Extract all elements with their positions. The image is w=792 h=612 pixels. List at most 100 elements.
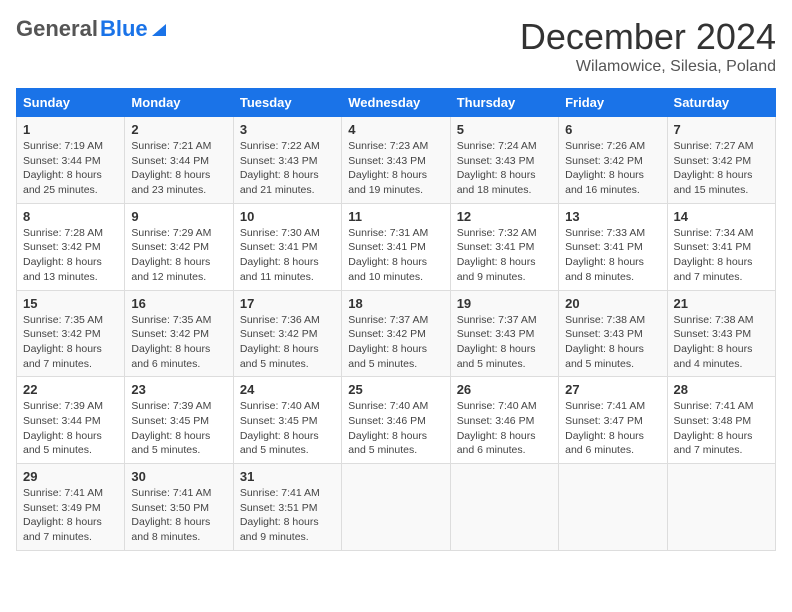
day-number: 2	[131, 122, 226, 137]
day-header-tuesday: Tuesday	[233, 89, 341, 117]
day-detail: Sunrise: 7:33 AMSunset: 3:41 PMDaylight:…	[565, 227, 645, 283]
day-detail: Sunrise: 7:27 AMSunset: 3:42 PMDaylight:…	[674, 140, 754, 196]
day-number: 25	[348, 382, 443, 397]
day-number: 22	[23, 382, 118, 397]
calendar-cell: 9 Sunrise: 7:29 AMSunset: 3:42 PMDayligh…	[125, 203, 233, 290]
calendar-cell: 11 Sunrise: 7:31 AMSunset: 3:41 PMDaylig…	[342, 203, 450, 290]
calendar-cell: 14 Sunrise: 7:34 AMSunset: 3:41 PMDaylig…	[667, 203, 775, 290]
calendar-cell: 8 Sunrise: 7:28 AMSunset: 3:42 PMDayligh…	[17, 203, 125, 290]
calendar-cell: 21 Sunrise: 7:38 AMSunset: 3:43 PMDaylig…	[667, 290, 775, 377]
day-detail: Sunrise: 7:41 AMSunset: 3:49 PMDaylight:…	[23, 487, 103, 543]
calendar-cell: 20 Sunrise: 7:38 AMSunset: 3:43 PMDaylig…	[559, 290, 667, 377]
day-header-monday: Monday	[125, 89, 233, 117]
calendar-cell: 31 Sunrise: 7:41 AMSunset: 3:51 PMDaylig…	[233, 464, 341, 551]
calendar-cell: 25 Sunrise: 7:40 AMSunset: 3:46 PMDaylig…	[342, 377, 450, 464]
day-number: 8	[23, 209, 118, 224]
day-number: 28	[674, 382, 769, 397]
day-number: 9	[131, 209, 226, 224]
calendar-cell: 17 Sunrise: 7:36 AMSunset: 3:42 PMDaylig…	[233, 290, 341, 377]
day-number: 1	[23, 122, 118, 137]
calendar-cell: 5 Sunrise: 7:24 AMSunset: 3:43 PMDayligh…	[450, 117, 558, 204]
calendar-cell: 28 Sunrise: 7:41 AMSunset: 3:48 PMDaylig…	[667, 377, 775, 464]
day-number: 14	[674, 209, 769, 224]
logo-blue-text: Blue	[100, 16, 148, 42]
day-number: 7	[674, 122, 769, 137]
day-detail: Sunrise: 7:35 AMSunset: 3:42 PMDaylight:…	[131, 314, 211, 370]
calendar-cell: 30 Sunrise: 7:41 AMSunset: 3:50 PMDaylig…	[125, 464, 233, 551]
day-detail: Sunrise: 7:38 AMSunset: 3:43 PMDaylight:…	[565, 314, 645, 370]
calendar-cell: 24 Sunrise: 7:40 AMSunset: 3:45 PMDaylig…	[233, 377, 341, 464]
day-number: 12	[457, 209, 552, 224]
calendar-cell: 12 Sunrise: 7:32 AMSunset: 3:41 PMDaylig…	[450, 203, 558, 290]
day-number: 4	[348, 122, 443, 137]
day-number: 20	[565, 296, 660, 311]
day-detail: Sunrise: 7:40 AMSunset: 3:46 PMDaylight:…	[348, 400, 428, 456]
day-detail: Sunrise: 7:28 AMSunset: 3:42 PMDaylight:…	[23, 227, 103, 283]
day-detail: Sunrise: 7:36 AMSunset: 3:42 PMDaylight:…	[240, 314, 320, 370]
day-detail: Sunrise: 7:23 AMSunset: 3:43 PMDaylight:…	[348, 140, 428, 196]
day-number: 19	[457, 296, 552, 311]
day-detail: Sunrise: 7:41 AMSunset: 3:47 PMDaylight:…	[565, 400, 645, 456]
day-detail: Sunrise: 7:24 AMSunset: 3:43 PMDaylight:…	[457, 140, 537, 196]
day-detail: Sunrise: 7:26 AMSunset: 3:42 PMDaylight:…	[565, 140, 645, 196]
calendar-cell: 10 Sunrise: 7:30 AMSunset: 3:41 PMDaylig…	[233, 203, 341, 290]
calendar-cell	[342, 464, 450, 551]
calendar-week-row: 8 Sunrise: 7:28 AMSunset: 3:42 PMDayligh…	[17, 203, 776, 290]
calendar-week-row: 15 Sunrise: 7:35 AMSunset: 3:42 PMDaylig…	[17, 290, 776, 377]
day-detail: Sunrise: 7:39 AMSunset: 3:45 PMDaylight:…	[131, 400, 211, 456]
calendar-body: 1 Sunrise: 7:19 AMSunset: 3:44 PMDayligh…	[17, 117, 776, 551]
day-detail: Sunrise: 7:21 AMSunset: 3:44 PMDaylight:…	[131, 140, 211, 196]
day-number: 17	[240, 296, 335, 311]
day-detail: Sunrise: 7:32 AMSunset: 3:41 PMDaylight:…	[457, 227, 537, 283]
calendar-cell: 3 Sunrise: 7:22 AMSunset: 3:43 PMDayligh…	[233, 117, 341, 204]
location-text: Wilamowice, Silesia, Poland	[520, 58, 776, 76]
day-number: 30	[131, 469, 226, 484]
day-number: 16	[131, 296, 226, 311]
calendar-cell	[667, 464, 775, 551]
day-number: 26	[457, 382, 552, 397]
day-detail: Sunrise: 7:37 AMSunset: 3:42 PMDaylight:…	[348, 314, 428, 370]
logo-triangle-icon	[150, 20, 168, 36]
calendar-week-row: 29 Sunrise: 7:41 AMSunset: 3:49 PMDaylig…	[17, 464, 776, 551]
day-header-wednesday: Wednesday	[342, 89, 450, 117]
calendar-cell: 15 Sunrise: 7:35 AMSunset: 3:42 PMDaylig…	[17, 290, 125, 377]
day-detail: Sunrise: 7:31 AMSunset: 3:41 PMDaylight:…	[348, 227, 428, 283]
calendar-cell: 2 Sunrise: 7:21 AMSunset: 3:44 PMDayligh…	[125, 117, 233, 204]
day-header-sunday: Sunday	[17, 89, 125, 117]
day-detail: Sunrise: 7:40 AMSunset: 3:45 PMDaylight:…	[240, 400, 320, 456]
month-title: December 2024	[520, 16, 776, 58]
day-detail: Sunrise: 7:39 AMSunset: 3:44 PMDaylight:…	[23, 400, 103, 456]
day-number: 5	[457, 122, 552, 137]
day-number: 23	[131, 382, 226, 397]
day-detail: Sunrise: 7:22 AMSunset: 3:43 PMDaylight:…	[240, 140, 320, 196]
logo-general-text: General	[16, 16, 98, 42]
calendar-cell: 18 Sunrise: 7:37 AMSunset: 3:42 PMDaylig…	[342, 290, 450, 377]
day-number: 24	[240, 382, 335, 397]
day-number: 29	[23, 469, 118, 484]
day-detail: Sunrise: 7:41 AMSunset: 3:51 PMDaylight:…	[240, 487, 320, 543]
calendar-cell: 6 Sunrise: 7:26 AMSunset: 3:42 PMDayligh…	[559, 117, 667, 204]
day-detail: Sunrise: 7:30 AMSunset: 3:41 PMDaylight:…	[240, 227, 320, 283]
calendar-cell: 19 Sunrise: 7:37 AMSunset: 3:43 PMDaylig…	[450, 290, 558, 377]
calendar-cell: 27 Sunrise: 7:41 AMSunset: 3:47 PMDaylig…	[559, 377, 667, 464]
day-detail: Sunrise: 7:34 AMSunset: 3:41 PMDaylight:…	[674, 227, 754, 283]
day-number: 10	[240, 209, 335, 224]
day-number: 6	[565, 122, 660, 137]
day-header-thursday: Thursday	[450, 89, 558, 117]
day-detail: Sunrise: 7:29 AMSunset: 3:42 PMDaylight:…	[131, 227, 211, 283]
calendar-week-row: 1 Sunrise: 7:19 AMSunset: 3:44 PMDayligh…	[17, 117, 776, 204]
day-detail: Sunrise: 7:37 AMSunset: 3:43 PMDaylight:…	[457, 314, 537, 370]
calendar-cell: 1 Sunrise: 7:19 AMSunset: 3:44 PMDayligh…	[17, 117, 125, 204]
logo: General Blue	[16, 16, 168, 42]
day-detail: Sunrise: 7:35 AMSunset: 3:42 PMDaylight:…	[23, 314, 103, 370]
day-detail: Sunrise: 7:40 AMSunset: 3:46 PMDaylight:…	[457, 400, 537, 456]
day-detail: Sunrise: 7:41 AMSunset: 3:50 PMDaylight:…	[131, 487, 211, 543]
page-header: General Blue December 2024 Wilamowice, S…	[16, 16, 776, 76]
day-number: 13	[565, 209, 660, 224]
calendar-cell: 16 Sunrise: 7:35 AMSunset: 3:42 PMDaylig…	[125, 290, 233, 377]
calendar-table: SundayMondayTuesdayWednesdayThursdayFrid…	[16, 88, 776, 551]
calendar-week-row: 22 Sunrise: 7:39 AMSunset: 3:44 PMDaylig…	[17, 377, 776, 464]
calendar-cell: 22 Sunrise: 7:39 AMSunset: 3:44 PMDaylig…	[17, 377, 125, 464]
calendar-cell: 13 Sunrise: 7:33 AMSunset: 3:41 PMDaylig…	[559, 203, 667, 290]
calendar-cell: 7 Sunrise: 7:27 AMSunset: 3:42 PMDayligh…	[667, 117, 775, 204]
